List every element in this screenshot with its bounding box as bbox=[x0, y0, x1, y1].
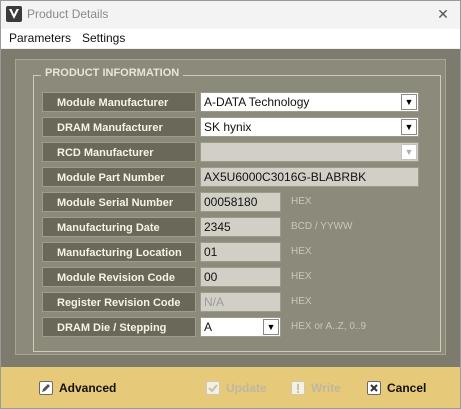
label-manufacturing-location: Manufacturing Location bbox=[42, 242, 196, 262]
advanced-label: Advanced bbox=[59, 381, 117, 395]
module-manufacturer-value: A-DATA Technology bbox=[204, 95, 310, 109]
dram-die-stepping-hint: HEX or A..Z, 0..9 bbox=[291, 321, 367, 332]
module-serial-number-hint: HEX bbox=[291, 196, 312, 207]
write-label: Write bbox=[311, 381, 341, 395]
label-manufacturing-date: Manufacturing Date bbox=[42, 217, 196, 237]
dram-manufacturer-value: SK hynix bbox=[204, 120, 252, 134]
pencil-icon bbox=[39, 381, 53, 395]
label-dram-die-stepping: DRAM Die / Stepping bbox=[42, 317, 196, 337]
label-module-serial-number: Module Serial Number bbox=[42, 192, 196, 212]
chevron-down-icon[interactable]: ▼ bbox=[401, 94, 417, 110]
manufacturing-date-field[interactable]: 2345 bbox=[200, 217, 281, 237]
manufacturing-date-hint: BCD / YYWW bbox=[291, 221, 353, 232]
product-details-window: Product Details ✕ Parameters Settings PR… bbox=[0, 0, 461, 409]
rcd-manufacturer-select: ▼ bbox=[200, 142, 419, 162]
manufacturing-location-hint: HEX bbox=[291, 246, 312, 257]
dram-die-stepping-value: A bbox=[204, 320, 213, 334]
register-revision-code-hint: HEX bbox=[291, 296, 312, 307]
dram-die-stepping-select[interactable]: A ▼ bbox=[200, 317, 281, 337]
label-module-part-number: Module Part Number bbox=[42, 167, 196, 187]
group-title: PRODUCT INFORMATION bbox=[41, 67, 184, 79]
window-title: Product Details bbox=[27, 7, 109, 21]
content-area: PRODUCT INFORMATION Module Manufacturer … bbox=[1, 49, 460, 367]
warning-icon bbox=[291, 381, 305, 395]
module-revision-code-field[interactable]: 00 bbox=[200, 267, 281, 287]
write-button: Write bbox=[291, 380, 341, 396]
advanced-button[interactable]: Advanced bbox=[39, 380, 116, 396]
menu-settings[interactable]: Settings bbox=[82, 31, 125, 45]
menu-bar: Parameters Settings bbox=[1, 29, 460, 48]
close-icon: ✕ bbox=[437, 6, 449, 22]
chevron-down-icon[interactable]: ▼ bbox=[263, 319, 279, 335]
update-button: Update bbox=[206, 380, 267, 396]
app-logo-icon bbox=[6, 6, 22, 22]
close-button[interactable]: ✕ bbox=[432, 4, 454, 24]
footer-bar: Advanced Update Write Cancel bbox=[1, 367, 460, 408]
label-register-revision-code: Register Revision Code bbox=[42, 292, 196, 312]
check-icon bbox=[206, 381, 220, 395]
manufacturing-location-field[interactable]: 01 bbox=[200, 242, 281, 262]
title-bar: Product Details ✕ bbox=[1, 1, 460, 29]
dram-manufacturer-select[interactable]: SK hynix ▼ bbox=[200, 117, 419, 137]
label-rcd-manufacturer: RCD Manufacturer bbox=[42, 142, 196, 162]
register-revision-code-field: N/A bbox=[200, 292, 281, 312]
cancel-label: Cancel bbox=[387, 381, 427, 395]
module-serial-number-field[interactable]: 00058180 bbox=[200, 192, 281, 212]
label-dram-manufacturer: DRAM Manufacturer bbox=[42, 117, 196, 137]
module-part-number-field[interactable]: AX5U6000C3016G-BLABRBK bbox=[200, 167, 419, 187]
module-revision-code-hint: HEX bbox=[291, 271, 312, 282]
module-manufacturer-select[interactable]: A-DATA Technology ▼ bbox=[200, 92, 419, 112]
cancel-x-icon bbox=[367, 381, 381, 395]
label-module-manufacturer: Module Manufacturer bbox=[42, 92, 196, 112]
menu-parameters[interactable]: Parameters bbox=[9, 31, 71, 45]
chevron-down-icon[interactable]: ▼ bbox=[401, 119, 417, 135]
update-label: Update bbox=[226, 381, 267, 395]
chevron-down-icon: ▼ bbox=[401, 144, 417, 160]
label-module-revision-code: Module Revision Code bbox=[42, 267, 196, 287]
cancel-button[interactable]: Cancel bbox=[367, 380, 426, 396]
